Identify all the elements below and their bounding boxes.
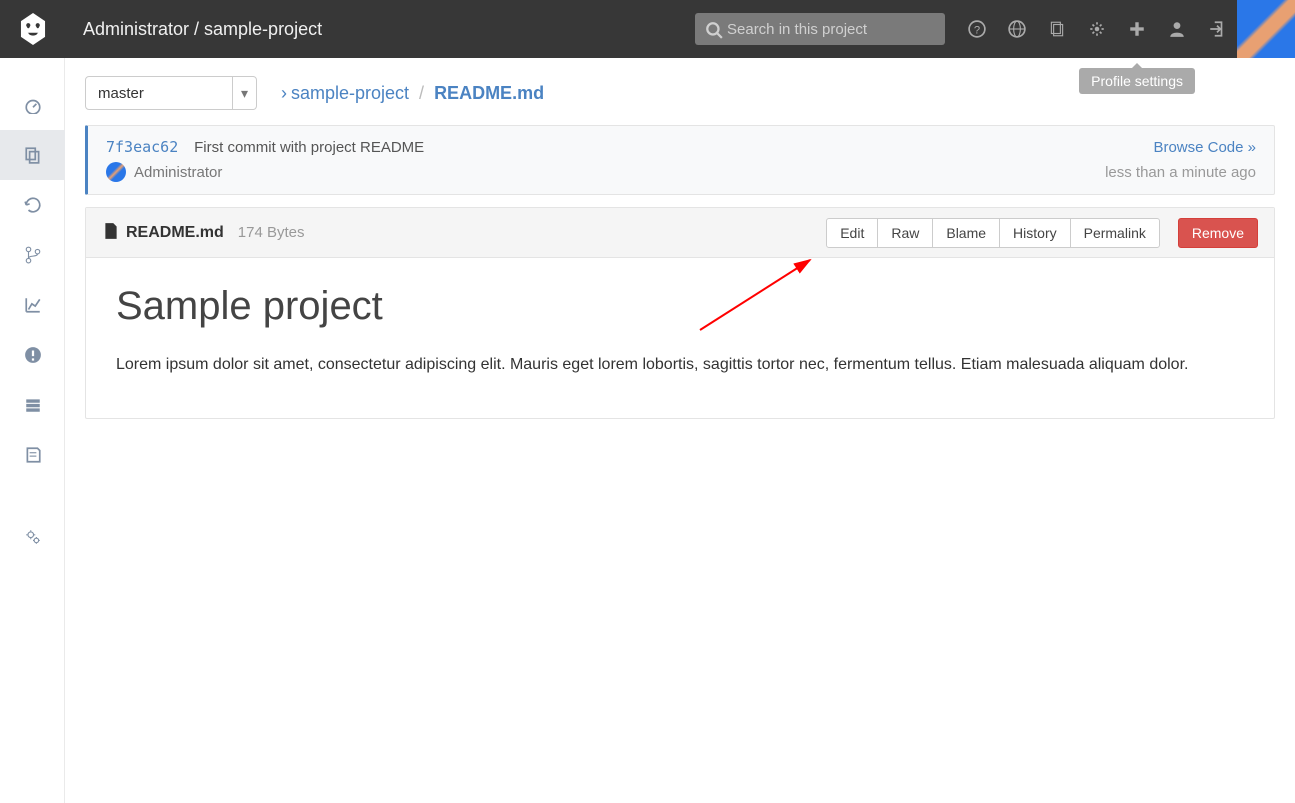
page-title: Administrator / sample-project	[83, 19, 695, 40]
history-button[interactable]: History	[999, 218, 1071, 248]
browse-code-link[interactable]: Browse Code »	[1153, 139, 1256, 156]
breadcrumb-project[interactable]: sample-project	[291, 83, 409, 104]
remove-button[interactable]: Remove	[1178, 218, 1258, 248]
search-box[interactable]	[695, 13, 945, 45]
breadcrumb-current: README.md	[434, 83, 544, 104]
plus-icon[interactable]	[1117, 0, 1157, 58]
sidebar-item-graphs[interactable]	[0, 280, 65, 330]
sidebar-item-wiki[interactable]	[0, 430, 65, 480]
header-row: master ▾ › sample-project / README.md	[85, 76, 1275, 110]
file-header: README.md 174 Bytes Edit Raw Blame Histo…	[86, 208, 1274, 258]
file-actions: Edit Raw Blame History Permalink Remove	[827, 218, 1258, 248]
file-name: README.md	[126, 224, 224, 242]
sidebar-item-files[interactable]	[0, 130, 65, 180]
permalink-button[interactable]: Permalink	[1070, 218, 1160, 248]
raw-button[interactable]: Raw	[877, 218, 933, 248]
settings-icon[interactable]	[1077, 0, 1117, 58]
author-name: Administrator	[134, 164, 222, 181]
sidebar-item-history[interactable]	[0, 180, 65, 230]
app-logo[interactable]	[0, 0, 65, 58]
commit-sha[interactable]: 7f3eac62	[106, 138, 178, 156]
user-icon[interactable]	[1157, 0, 1197, 58]
main-content: master ▾ › sample-project / README.md 7f…	[65, 58, 1295, 437]
help-icon[interactable]: ?	[957, 0, 997, 58]
sidebar-item-branches[interactable]	[0, 230, 65, 280]
signout-icon[interactable]	[1197, 0, 1237, 58]
sidebar-item-dashboard[interactable]	[0, 80, 65, 130]
sidebar-item-snippets[interactable]	[0, 380, 65, 430]
file-panel: README.md 174 Bytes Edit Raw Blame Histo…	[85, 207, 1275, 419]
edit-button[interactable]: Edit	[826, 218, 878, 248]
document-body: Lorem ipsum dolor sit amet, consectetur …	[116, 351, 1244, 378]
blame-button[interactable]: Blame	[932, 218, 1000, 248]
document-heading: Sample project	[116, 284, 1244, 329]
sidebar-item-settings[interactable]	[0, 512, 65, 562]
user-avatar[interactable]	[1237, 0, 1295, 58]
author-avatar-icon	[106, 162, 126, 182]
commit-time: less than a minute ago	[1105, 164, 1256, 181]
sidebar	[0, 58, 65, 803]
file-size: 174 Bytes	[238, 224, 305, 241]
globe-icon[interactable]	[997, 0, 1037, 58]
chevron-down-icon: ▾	[232, 77, 256, 109]
files-icon[interactable]	[1037, 0, 1077, 58]
branch-label: master	[98, 85, 144, 102]
chevron-right-icon: ›	[281, 83, 287, 104]
top-icons: ?	[957, 0, 1237, 58]
file-icon	[102, 222, 120, 243]
file-content: Sample project Lorem ipsum dolor sit ame…	[86, 258, 1274, 418]
sidebar-item-issues[interactable]	[0, 330, 65, 380]
commit-box: 7f3eac62 First commit with project READM…	[85, 125, 1275, 195]
breadcrumb: › sample-project / README.md	[281, 83, 544, 104]
svg-text:?: ?	[974, 25, 980, 37]
search-input[interactable]	[695, 13, 945, 45]
commit-author: Administrator	[106, 162, 222, 182]
branch-select[interactable]: master ▾	[85, 76, 257, 110]
commit-message: First commit with project README	[194, 139, 424, 156]
topbar: Administrator / sample-project ? Profile…	[0, 0, 1295, 58]
search-icon	[705, 21, 723, 42]
breadcrumb-sep: /	[419, 83, 424, 104]
